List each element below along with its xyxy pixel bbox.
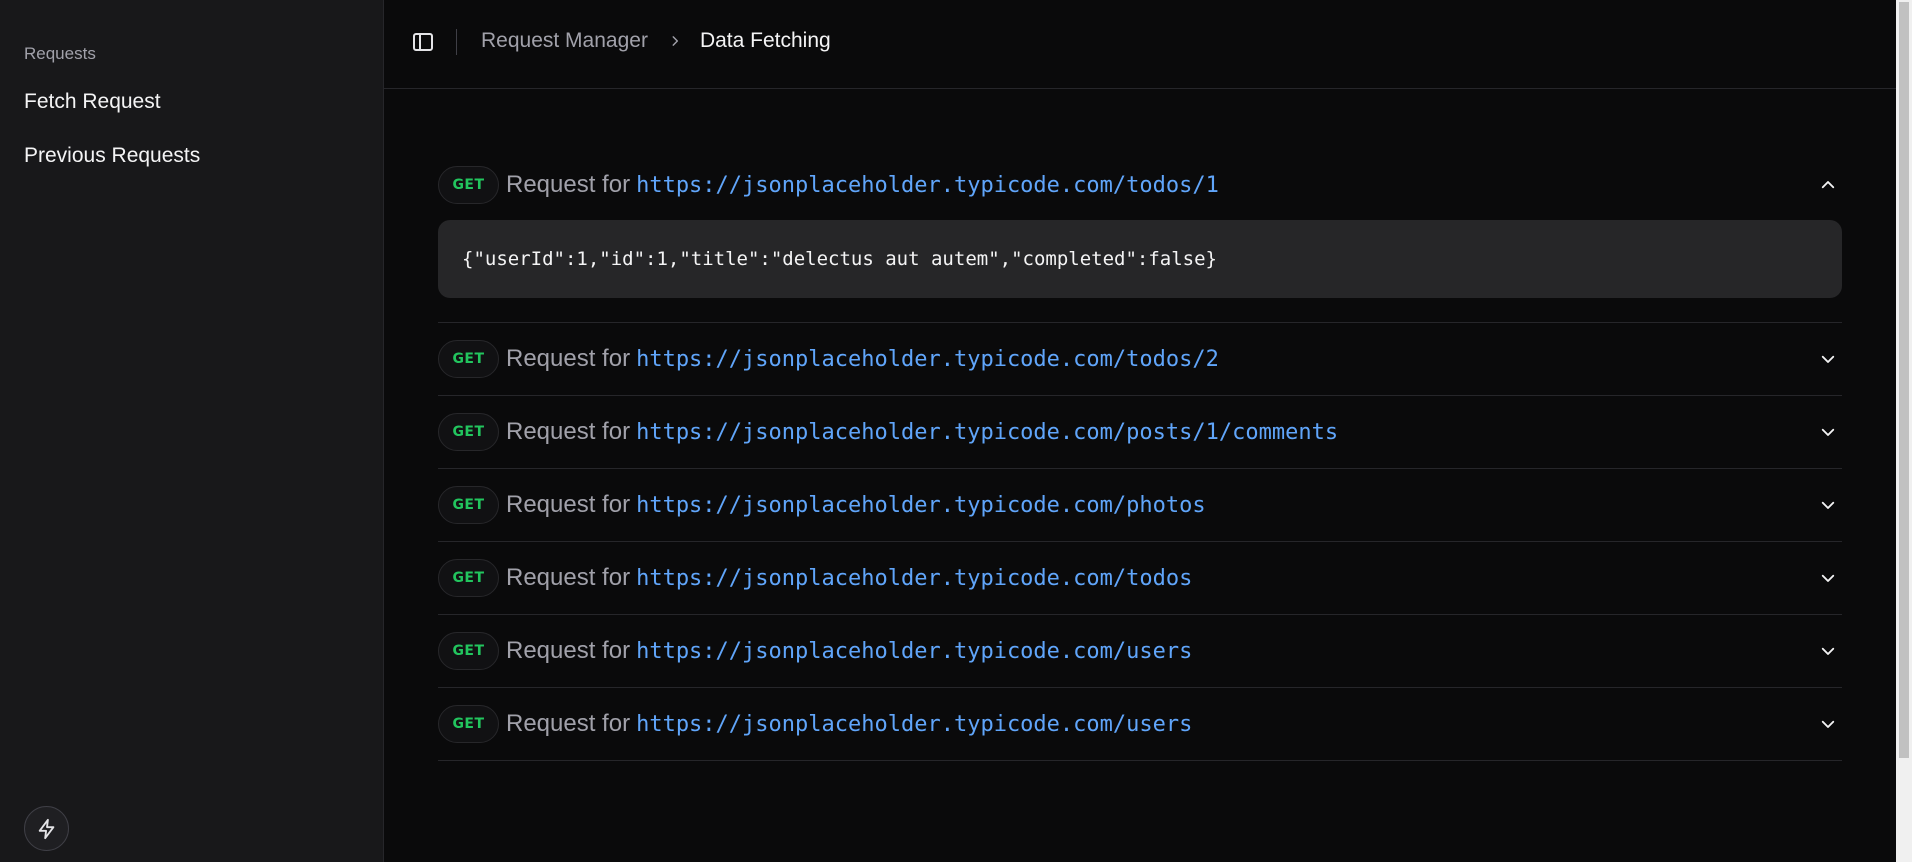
chevron-up-icon[interactable] (1818, 175, 1838, 195)
chevron-down-icon[interactable] (1818, 495, 1838, 515)
request-item: GET Request for https://jsonplaceholder.… (438, 323, 1842, 396)
chevron-down-icon[interactable] (1818, 714, 1838, 734)
request-url: https://jsonplaceholder.typicode.com/tod… (636, 172, 1219, 198)
sidebar-toggle-button[interactable] (411, 30, 435, 54)
app-root: Requests Fetch Request Previous Requests… (0, 0, 1912, 862)
request-title: Request for (506, 710, 631, 737)
request-title: Request for (506, 637, 631, 664)
request-list: GET Request for https://jsonplaceholder.… (438, 150, 1842, 761)
scrollbar-thumb[interactable] (1899, 2, 1909, 758)
breadcrumb-current: Data Fetching (699, 29, 831, 52)
request-item: GET Request for https://jsonplaceholder.… (438, 542, 1842, 615)
method-badge: GET (438, 705, 499, 743)
request-url: https://jsonplaceholder.typicode.com/use… (636, 638, 1193, 664)
request-title: Request for (506, 171, 631, 198)
request-item: GET Request for https://jsonplaceholder.… (438, 615, 1842, 688)
sidebar-item-fetch-request[interactable]: Fetch Request (24, 90, 161, 114)
request-item-header[interactable]: GET Request for https://jsonplaceholder.… (438, 396, 1842, 468)
method-badge: GET (438, 559, 499, 597)
header-divider (456, 29, 457, 55)
response-body: {"userId":1,"id":1,"title":"delectus aut… (438, 220, 1842, 298)
vertical-scrollbar[interactable] (1896, 0, 1912, 862)
request-url: https://jsonplaceholder.typicode.com/tod… (636, 346, 1219, 372)
lightning-icon (38, 818, 54, 839)
request-item: GET Request for https://jsonplaceholder.… (438, 469, 1842, 542)
request-url: https://jsonplaceholder.typicode.com/pos… (636, 419, 1339, 445)
lightning-button[interactable] (24, 806, 69, 851)
chevron-down-icon[interactable] (1818, 349, 1838, 369)
chevron-down-icon[interactable] (1818, 422, 1838, 442)
request-url: https://jsonplaceholder.typicode.com/use… (636, 711, 1193, 737)
chevron-right-icon (668, 34, 682, 48)
top-header: Request Manager Data Fetching (384, 0, 1912, 89)
request-url: https://jsonplaceholder.typicode.com/pho… (636, 492, 1206, 518)
request-item-header[interactable]: GET Request for https://jsonplaceholder.… (438, 615, 1842, 687)
breadcrumb: Request Manager Data Fetching (481, 29, 831, 53)
method-badge: GET (438, 340, 499, 378)
request-title: Request for (506, 564, 631, 591)
request-item: GET Request for https://jsonplaceholder.… (438, 396, 1842, 469)
request-title: Request for (506, 418, 631, 445)
request-item: GET Request for https://jsonplaceholder.… (438, 688, 1842, 761)
sidebar-item-previous-requests[interactable]: Previous Requests (24, 144, 200, 168)
request-title: Request for (506, 345, 631, 372)
request-item-header[interactable]: GET Request for https://jsonplaceholder.… (438, 469, 1842, 541)
chevron-down-icon[interactable] (1818, 641, 1838, 661)
request-item: GET Request for https://jsonplaceholder.… (438, 150, 1842, 323)
main-content: Request Manager Data Fetching GET Reques… (384, 0, 1912, 862)
request-item-header[interactable]: GET Request for https://jsonplaceholder.… (438, 150, 1842, 220)
request-item-header[interactable]: GET Request for https://jsonplaceholder.… (438, 542, 1842, 614)
request-item-header[interactable]: GET Request for https://jsonplaceholder.… (438, 323, 1842, 395)
method-badge: GET (438, 413, 499, 451)
sidebar-toggle-icon (413, 33, 433, 51)
method-badge: GET (438, 632, 499, 670)
sidebar: Requests Fetch Request Previous Requests (0, 0, 384, 862)
breadcrumb-parent[interactable]: Request Manager (481, 29, 648, 53)
request-title: Request for (506, 491, 631, 518)
sidebar-group-label: Requests (24, 44, 96, 63)
request-url: https://jsonplaceholder.typicode.com/tod… (636, 565, 1193, 591)
method-badge: GET (438, 486, 499, 524)
chevron-down-icon[interactable] (1818, 568, 1838, 588)
request-item-header[interactable]: GET Request for https://jsonplaceholder.… (438, 688, 1842, 760)
method-badge: GET (438, 166, 499, 204)
